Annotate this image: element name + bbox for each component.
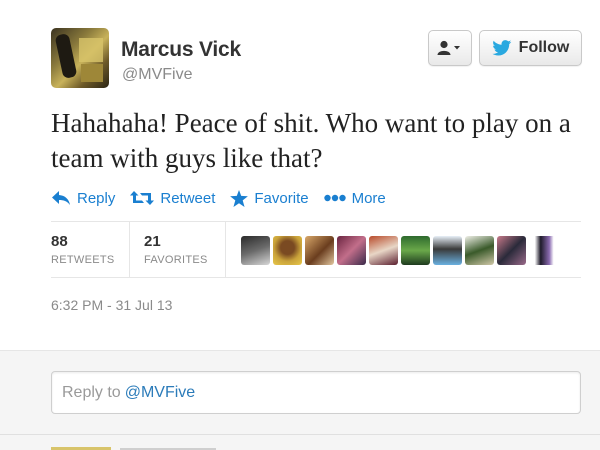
star-icon — [230, 189, 249, 207]
more-dots-icon — [323, 194, 346, 202]
reply-label: Reply — [77, 189, 116, 207]
favoriter-avatar[interactable] — [529, 236, 558, 265]
tweet-timestamp[interactable]: 6:32 PM - 31 Jul 13 — [51, 297, 172, 313]
retweet-label: Retweet — [160, 189, 216, 207]
reply-input[interactable]: Reply to @MVFive — [51, 371, 581, 414]
favoriter-avatar[interactable] — [465, 236, 494, 265]
favorites-stat[interactable]: 21 FAVORITES — [144, 233, 208, 266]
user-dropdown-icon — [437, 40, 460, 55]
retweet-icon — [130, 191, 155, 205]
follow-button[interactable]: Follow — [479, 30, 582, 66]
avatar-shape — [54, 33, 78, 79]
favorites-count: 21 — [144, 233, 161, 250]
favoriter-avatar[interactable] — [273, 236, 302, 265]
footer-divider — [0, 434, 600, 435]
favorites-label: FAVORITES — [144, 254, 208, 266]
reply-arrow-icon — [52, 191, 70, 205]
favorite-action[interactable]: Favorite — [230, 189, 309, 207]
stats-divider — [225, 222, 226, 277]
favoriter-avatar[interactable] — [401, 236, 430, 265]
more-action[interactable]: More — [323, 189, 386, 207]
reply-action[interactable]: Reply — [51, 190, 115, 207]
avatar-shape — [81, 64, 103, 82]
favoriter-avatars — [241, 236, 558, 265]
follow-label: Follow — [518, 39, 570, 56]
retweet-action[interactable]: Retweet — [130, 190, 215, 207]
retweets-stat[interactable]: 88 RETWEETS — [51, 233, 115, 266]
user-actions-button[interactable] — [428, 30, 472, 66]
favoriter-avatar[interactable] — [241, 236, 270, 265]
favoriter-avatar[interactable] — [337, 236, 366, 265]
avatar-shape — [79, 38, 103, 62]
reply-placeholder-prefix: Reply to — [62, 383, 121, 401]
favorite-label: Favorite — [254, 189, 309, 207]
favoriter-avatar[interactable] — [433, 236, 462, 265]
author-handle[interactable]: @MVFive — [122, 66, 192, 84]
favoriter-avatar[interactable] — [369, 236, 398, 265]
retweets-label: RETWEETS — [51, 254, 115, 266]
author-name[interactable]: Marcus Vick — [121, 38, 241, 62]
reply-footer: Reply to @MVFive — [0, 350, 600, 450]
favoriter-avatar[interactable] — [305, 236, 334, 265]
tweet-text: Hahahaha! Peace of shit. Who want to pla… — [51, 108, 571, 173]
twitter-bird-icon — [491, 40, 511, 56]
more-label: More — [351, 189, 386, 207]
retweets-count: 88 — [51, 233, 68, 250]
tweet-header: Marcus Vick @MVFive Follow — [51, 28, 582, 90]
stats-divider — [129, 222, 130, 277]
tweet-actions: Reply Retweet Favorite More — [51, 187, 401, 209]
reply-placeholder-mention: @MVFive — [124, 383, 196, 401]
tweet-stats: 88 RETWEETS 21 FAVORITES — [51, 221, 581, 278]
author-avatar[interactable] — [51, 28, 109, 88]
favoriter-avatar[interactable] — [497, 236, 526, 265]
